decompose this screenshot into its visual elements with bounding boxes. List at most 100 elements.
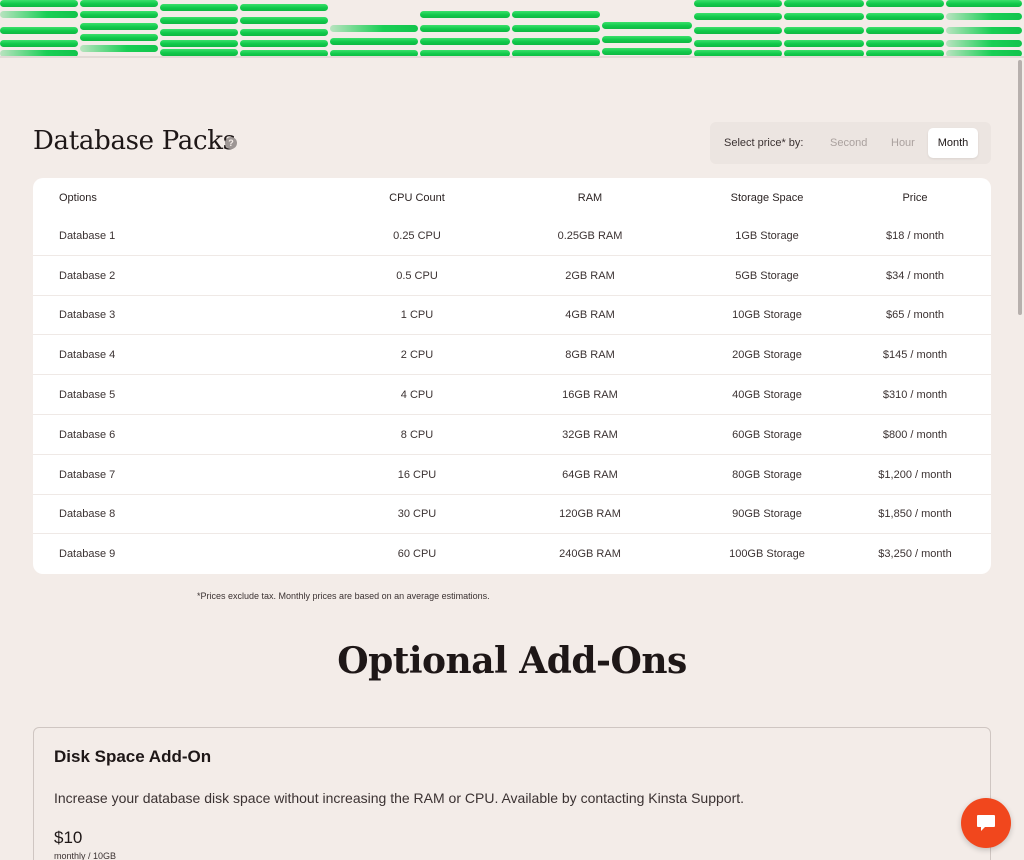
pricing-footnote: *Prices exclude tax. Monthly prices are … [197, 591, 490, 601]
cell-cpu: 30 CPU [397, 508, 437, 520]
cell-storage: 100GB Storage [729, 548, 805, 560]
table-row: Database 8 30 CPU 120GB RAM 90GB Storage… [33, 494, 991, 534]
column-header-options: Options [59, 192, 97, 204]
decorative-bar [512, 38, 600, 45]
cell-ram: 16GB RAM [562, 389, 618, 401]
cell-storage: 5GB Storage [735, 270, 799, 282]
scrollbar[interactable] [1018, 60, 1022, 315]
decorative-bar [0, 11, 78, 18]
decorative-bar [0, 0, 78, 7]
decorative-bar [80, 23, 158, 30]
table-row: Database 1 0.25 CPU 0.25GB RAM 1GB Stora… [33, 216, 991, 256]
cell-ram: 0.25GB RAM [557, 230, 623, 242]
cell-cpu: 8 CPU [400, 429, 434, 441]
cell-option: Database 1 [59, 230, 116, 242]
decorative-bar [694, 0, 782, 7]
cell-price: $1,850 / month [878, 508, 952, 520]
decorative-bar [160, 29, 238, 36]
disk-space-addon-card: Disk Space Add-On Increase your database… [33, 727, 991, 860]
decorative-bar [784, 27, 864, 34]
decorative-bar [160, 49, 238, 56]
chat-button[interactable] [961, 798, 1011, 848]
decorative-bar [160, 40, 238, 47]
price-option-second[interactable]: Second [830, 137, 867, 149]
database-packs-table: Options CPU Count RAM Storage Space Pric… [33, 178, 991, 574]
cell-price: $145 / month [882, 349, 948, 361]
cell-price: $1,200 / month [878, 469, 952, 481]
cell-price: $65 / month [885, 309, 945, 321]
decorative-bar [602, 48, 692, 55]
decorative-bar [512, 25, 600, 32]
column-header-storage: Storage Space [730, 192, 804, 204]
cell-ram: 64GB RAM [562, 469, 618, 481]
decorative-bar [694, 40, 782, 47]
decorative-bar [240, 4, 328, 11]
decorative-bar [420, 11, 510, 18]
table-row: Database 7 16 CPU 64GB RAM 80GB Storage … [33, 455, 991, 495]
decorative-bar [420, 38, 510, 45]
decorative-bar [946, 27, 1022, 34]
cell-storage: 10GB Storage [732, 309, 802, 321]
chat-bubble-icon [977, 815, 995, 831]
cell-option: Database 5 [59, 389, 116, 401]
cell-option: Database 8 [59, 508, 116, 520]
decorative-bar [420, 25, 510, 32]
cell-cpu: 2 CPU [400, 349, 434, 361]
table-header-row: Options CPU Count RAM Storage Space Pric… [33, 178, 991, 218]
question-icon[interactable]: ? [225, 137, 237, 149]
cell-cpu: 1 CPU [400, 309, 434, 321]
cell-price: $34 / month [885, 270, 945, 282]
addons-title: Optional Add-Ons [337, 640, 687, 682]
column-header-ram: RAM [577, 192, 603, 204]
decorative-bar [694, 27, 782, 34]
cell-price: $18 / month [885, 230, 945, 242]
cell-option: Database 6 [59, 429, 116, 441]
cell-price: $310 / month [882, 389, 948, 401]
cell-ram: 4GB RAM [565, 309, 615, 321]
table-row: Database 5 4 CPU 16GB RAM 40GB Storage $… [33, 375, 991, 415]
decorative-bar [160, 4, 238, 11]
cell-cpu: 0.5 CPU [396, 270, 438, 282]
cell-ram: 120GB RAM [559, 508, 621, 520]
decorative-header-bars [0, 0, 1024, 58]
table-row: Database 4 2 CPU 8GB RAM 20GB Storage $1… [33, 335, 991, 375]
table-row: Database 2 0.5 CPU 2GB RAM 5GB Storage $… [33, 256, 991, 296]
decorative-bar [784, 13, 864, 20]
cell-ram: 240GB RAM [559, 548, 621, 560]
decorative-bar [0, 27, 78, 34]
table-row: Database 9 60 CPU 240GB RAM 100GB Storag… [33, 534, 991, 574]
decorative-bar [330, 38, 418, 45]
decorative-bar [80, 0, 158, 7]
decorative-bar [512, 11, 600, 18]
decorative-bar [866, 13, 944, 20]
decorative-bar [240, 29, 328, 36]
cell-storage: 1GB Storage [735, 230, 799, 242]
price-option-hour[interactable]: Hour [891, 137, 915, 149]
decorative-bar [946, 0, 1022, 7]
decorative-bar [866, 27, 944, 34]
cell-price: $800 / month [882, 429, 948, 441]
decorative-bar [80, 11, 158, 18]
cell-option: Database 2 [59, 270, 116, 282]
column-header-price: Price [902, 192, 928, 204]
cell-cpu: 16 CPU [397, 469, 437, 481]
page-title: Database Packs [33, 126, 236, 156]
cell-option: Database 9 [59, 548, 116, 560]
decorative-bar [694, 13, 782, 20]
cell-storage: 80GB Storage [732, 469, 802, 481]
addon-title: Disk Space Add-On [54, 747, 212, 766]
decorative-bar [80, 34, 158, 41]
price-toggle-label: Select price* by: [724, 137, 804, 149]
decorative-bar [946, 13, 1022, 20]
table-row: Database 3 1 CPU 4GB RAM 10GB Storage $6… [33, 295, 991, 335]
cell-ram: 32GB RAM [562, 429, 618, 441]
decorative-bar [0, 40, 78, 47]
price-option-month[interactable]: Month [928, 128, 978, 158]
decorative-bar [602, 22, 692, 29]
decorative-bar [866, 0, 944, 7]
cell-storage: 20GB Storage [732, 349, 802, 361]
cell-cpu: 0.25 CPU [393, 230, 441, 242]
table-row: Database 6 8 CPU 32GB RAM 60GB Storage $… [33, 415, 991, 455]
cell-cpu: 60 CPU [397, 548, 437, 560]
addon-price: $10 [54, 828, 83, 847]
